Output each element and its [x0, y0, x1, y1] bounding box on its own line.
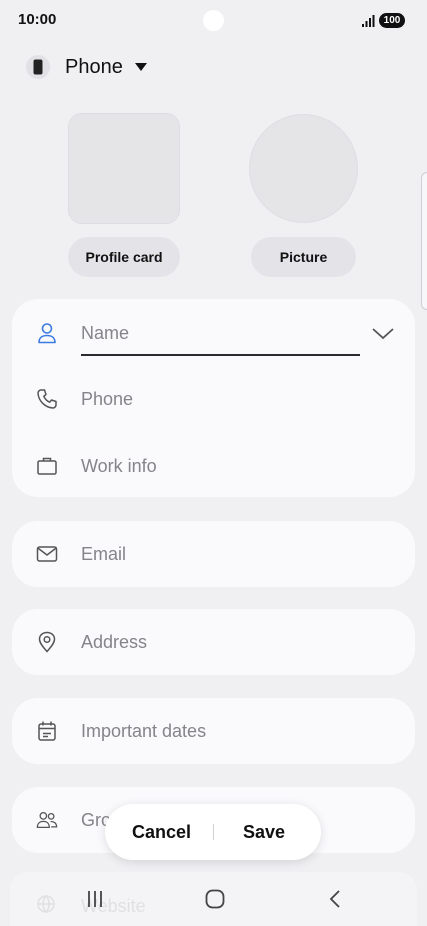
nav-recents-icon [88, 891, 102, 907]
phone-field[interactable]: Phone [12, 379, 415, 419]
email-field[interactable]: Email [12, 534, 415, 574]
account-label: Phone [65, 55, 123, 78]
profile-card-preview[interactable] [68, 113, 180, 224]
important-dates-card: Important dates [12, 698, 415, 764]
navigation-bar: Website [10, 872, 417, 926]
email-placeholder: Email [81, 543, 127, 564]
phone-placeholder: Phone [81, 388, 134, 409]
chevron-down-icon[interactable] [370, 323, 396, 343]
briefcase-icon [36, 455, 58, 477]
globe-icon [36, 894, 56, 919]
important-dates-label: Important dates [81, 720, 207, 741]
address-placeholder: Address [81, 631, 148, 652]
nav-back-button[interactable] [317, 886, 353, 912]
name-field[interactable]: Name [12, 313, 415, 353]
nav-home-button[interactable] [197, 886, 233, 912]
save-button[interactable]: Save [243, 804, 285, 860]
nav-recents-button[interactable] [77, 886, 113, 912]
status-time: 10:00 [18, 11, 57, 28]
work-info-field[interactable]: Work info [12, 446, 415, 486]
name-phone-work-card: Name Phone Work info [12, 299, 415, 497]
status-bar: 10:00 100 [0, 0, 427, 40]
nav-back-icon [329, 890, 340, 908]
picture-preview[interactable] [249, 114, 358, 223]
calendar-icon [36, 720, 58, 742]
person-icon [36, 322, 58, 344]
bottom-action-bar: Cancel Save [105, 804, 321, 860]
mail-icon [36, 543, 58, 565]
picture-button[interactable]: Picture [251, 237, 356, 277]
account-selector[interactable]: Phone [26, 54, 147, 80]
name-placeholder: Name [81, 322, 130, 343]
phone-device-icon [26, 55, 50, 79]
address-field[interactable]: Address [12, 622, 415, 662]
group-icon [36, 809, 58, 831]
important-dates-field[interactable]: Important dates [12, 711, 415, 751]
name-field-underline [81, 354, 360, 356]
email-card: Email [12, 521, 415, 587]
camera-cutout [203, 10, 224, 31]
phone-icon [36, 388, 58, 410]
nav-home-icon [205, 889, 225, 909]
signal-icon [362, 15, 375, 27]
edge-panel-handle[interactable] [421, 172, 427, 310]
address-card: Address [12, 609, 415, 675]
battery-badge: 100 [379, 13, 405, 28]
cancel-button[interactable]: Cancel [132, 804, 191, 860]
location-pin-icon [36, 631, 58, 653]
caret-down-icon [134, 63, 147, 71]
work-info-label: Work info [81, 455, 157, 476]
profile-card-button[interactable]: Profile card [68, 237, 180, 277]
action-divider [213, 824, 214, 840]
